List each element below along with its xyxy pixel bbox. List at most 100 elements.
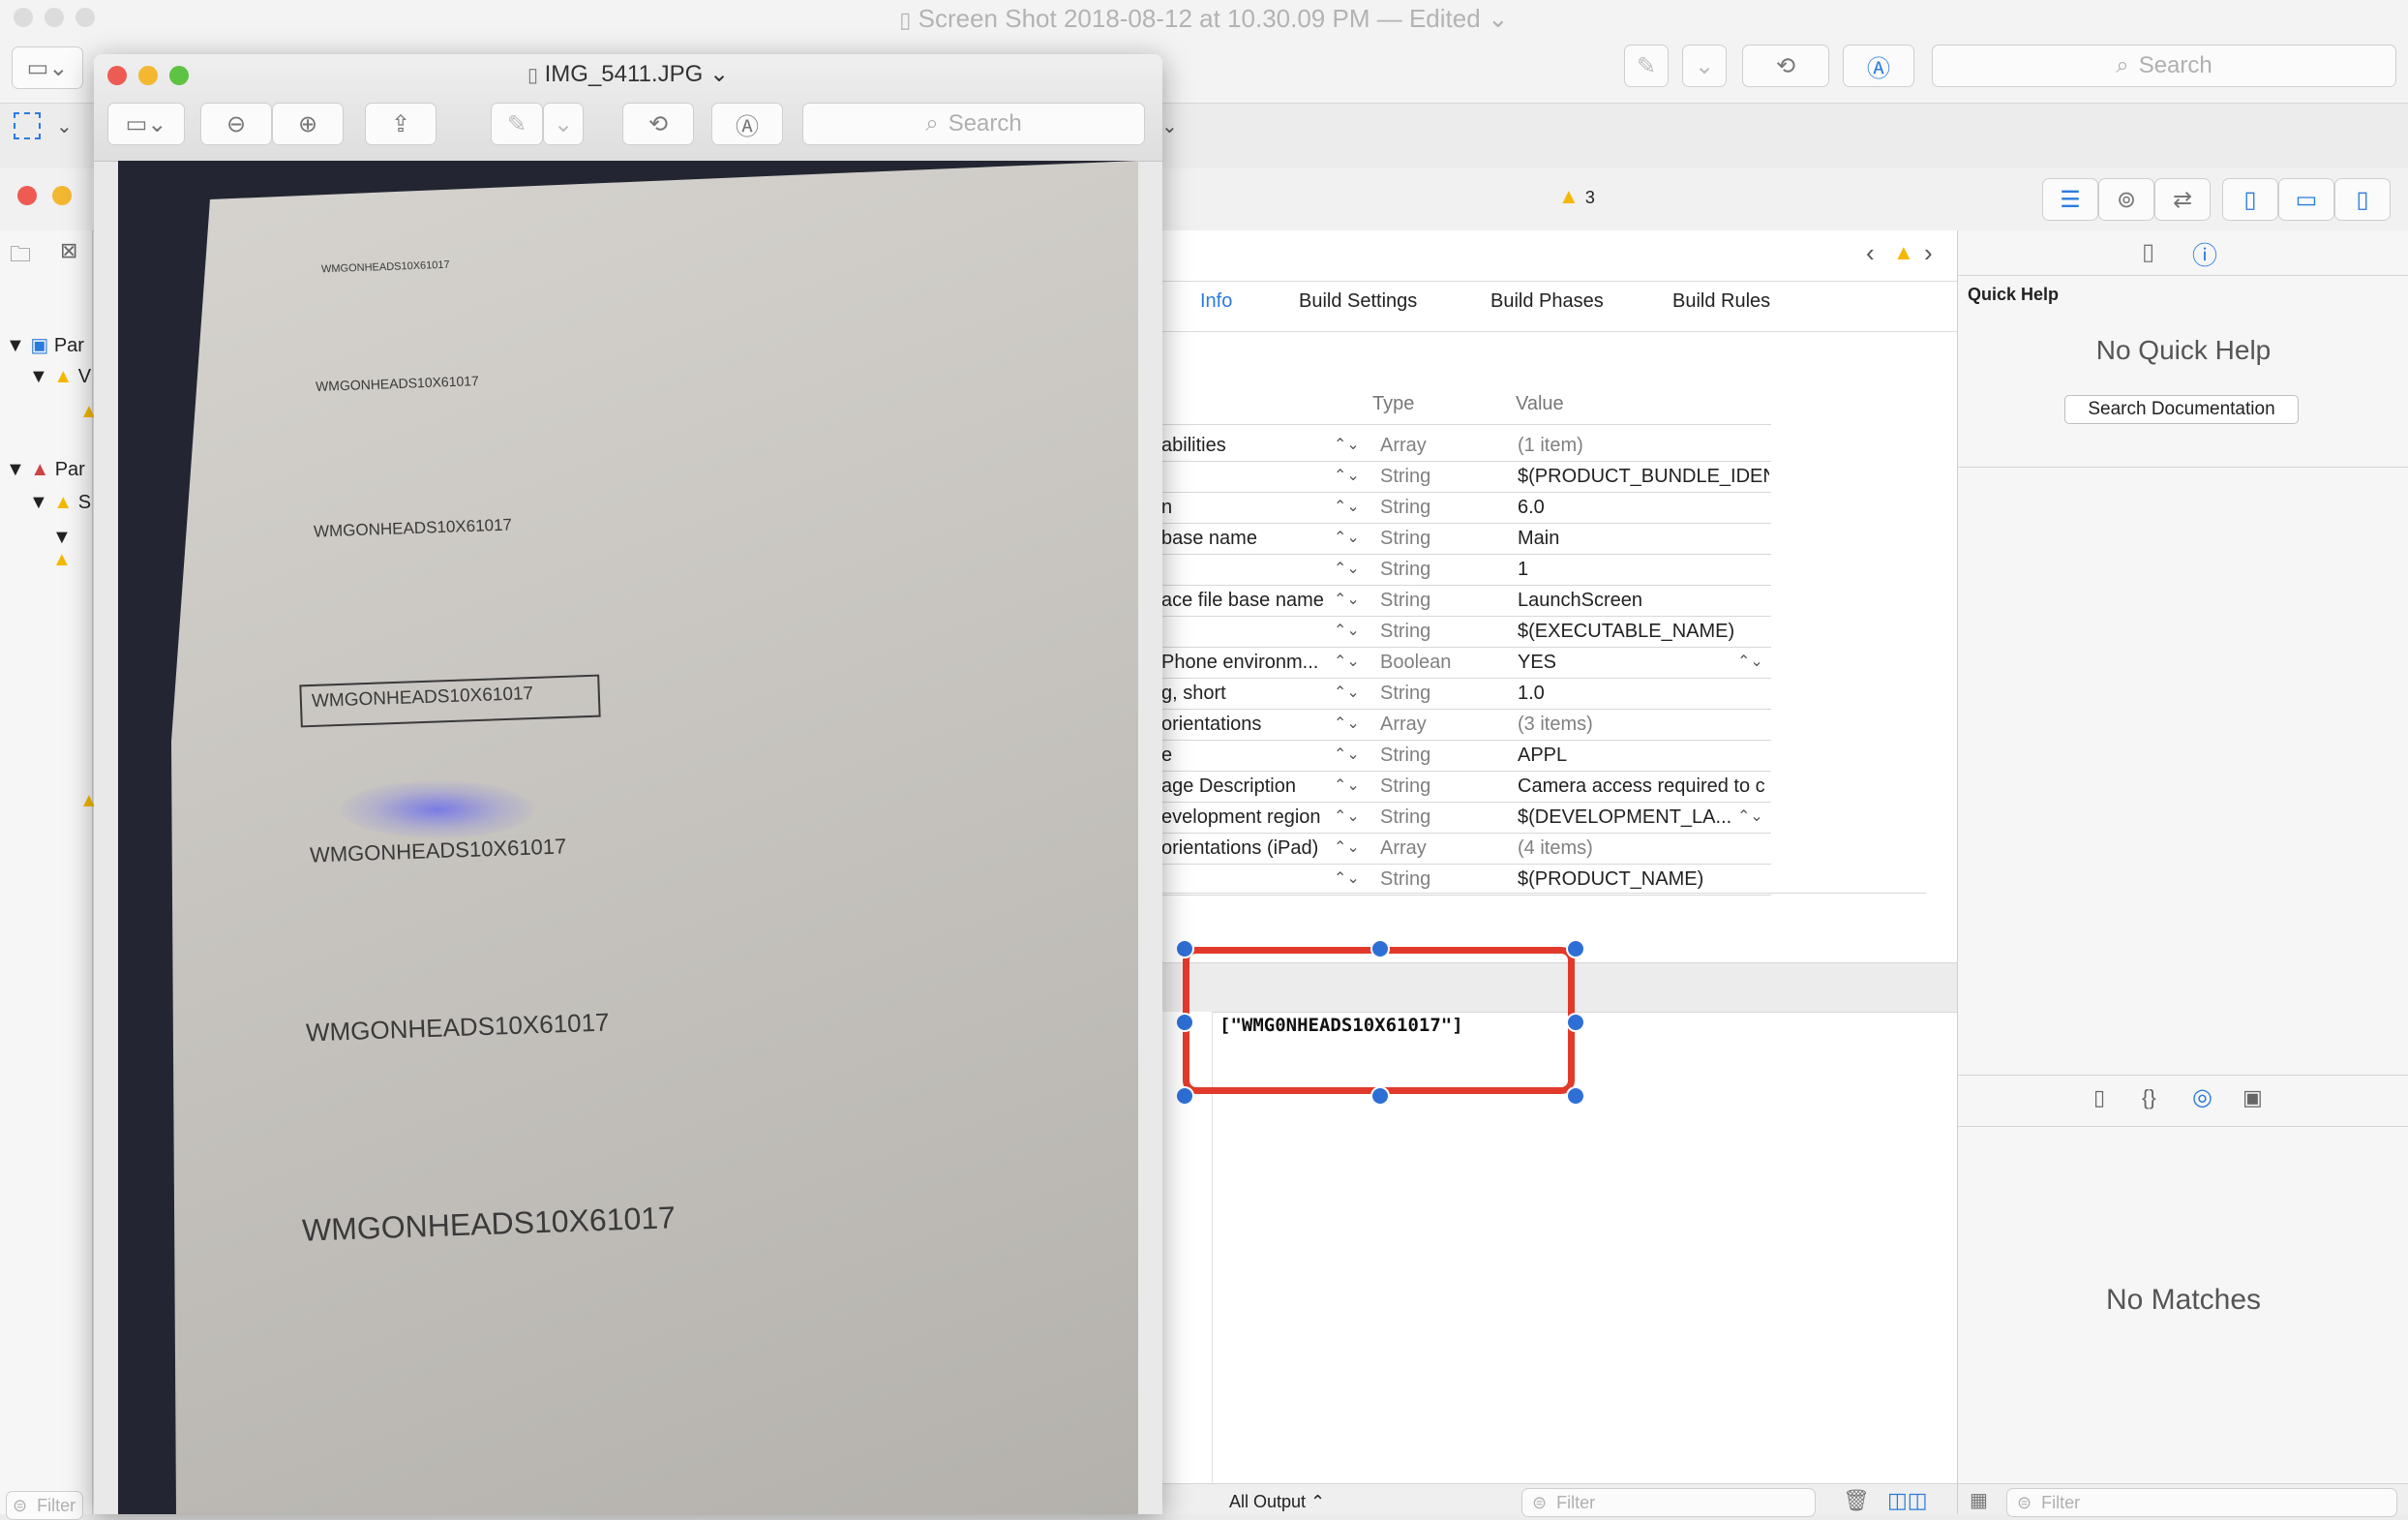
resize-handle[interactable] bbox=[1566, 1013, 1585, 1032]
markup-menu-button[interactable]: ⌄ bbox=[543, 103, 584, 145]
outer-search-field[interactable]: ⌕ Search bbox=[1932, 45, 2396, 87]
toggle-utilities-button[interactable]: ▯ bbox=[2334, 178, 2391, 221]
standard-editor-button[interactable]: ☰ bbox=[2042, 178, 2098, 221]
trash-icon[interactable]: 🗑 bbox=[1843, 1488, 1870, 1513]
plist-row[interactable]: n ⌃⌄ String 6.0 bbox=[1161, 492, 1771, 524]
folder-icon[interactable]: 🗀 bbox=[10, 238, 31, 275]
nav-item-warning-2[interactable]: ▼ ▲ S bbox=[29, 492, 91, 514]
zoom-out-button[interactable]: ⊖ bbox=[200, 103, 272, 145]
stepper-icon[interactable]: ⌃⌄ bbox=[1334, 554, 1360, 585]
plist-row[interactable]: evelopment region ⌃⌄ String $(DEVELOPMENT_L… bbox=[1161, 802, 1771, 834]
grid-view-icon[interactable]: ▦ bbox=[1970, 1488, 1988, 1512]
rotate-button[interactable]: ⟲ bbox=[622, 103, 694, 145]
tab-build-rules[interactable]: Build Rules bbox=[1672, 290, 1770, 313]
tab-build-phases[interactable]: Build Phases bbox=[1490, 290, 1604, 313]
all-output-popup[interactable]: All Output ⌃ bbox=[1229, 1492, 1325, 1512]
share-button[interactable]: ⇪ bbox=[365, 103, 436, 145]
stepper-icon[interactable]: ⌃⌄ bbox=[1334, 616, 1360, 647]
source-control-icon[interactable]: ⊠ bbox=[60, 238, 77, 263]
console-filter-field[interactable]: ⊜ Filter bbox=[1521, 1488, 1816, 1517]
resize-handle[interactable] bbox=[1175, 939, 1194, 958]
stepper-icon[interactable]: ⌃⌄ bbox=[1334, 461, 1360, 492]
outer-markup-menu-button[interactable]: ⌄ bbox=[1682, 45, 1727, 87]
resize-handle[interactable] bbox=[1370, 1086, 1390, 1106]
chevron-right-icon[interactable]: › bbox=[1924, 238, 1933, 268]
plist-row[interactable]: ⌃⌄ String 1 bbox=[1161, 554, 1771, 586]
markup-button[interactable]: ✎ bbox=[491, 103, 543, 145]
outer-annotate-button[interactable]: Ⓐ bbox=[1843, 45, 1914, 87]
toggle-debug-area-button[interactable]: ▭ bbox=[2278, 178, 2334, 221]
selection-tool-icon[interactable] bbox=[14, 112, 41, 139]
stepper-icon[interactable]: ⌃⌄ bbox=[1334, 802, 1360, 833]
chevron-down-icon[interactable]: ⌄ bbox=[1161, 114, 1178, 138]
plist-row[interactable]: e ⌃⌄ String APPL bbox=[1161, 740, 1771, 772]
stepper-icon[interactable]: ⌃⌄ bbox=[1334, 740, 1360, 771]
navigator-filter-field[interactable]: ⊜ Filter bbox=[6, 1491, 83, 1520]
preview-title[interactable]: ▯ IMG_5411.JPG ⌄ bbox=[94, 60, 1162, 88]
nav-item-project[interactable]: ▼ ▣ Par bbox=[6, 333, 84, 357]
resize-handle[interactable] bbox=[1175, 1013, 1194, 1032]
outer-rotate-button[interactable]: ⟲ bbox=[1742, 45, 1829, 87]
preview-sidebar-button[interactable]: ▭⌄ bbox=[107, 103, 185, 145]
stepper-icon[interactable]: ⌃⌄ bbox=[1334, 678, 1360, 709]
toggle-navigator-button[interactable]: ▯ bbox=[2222, 178, 2278, 221]
stepper-icon[interactable]: ⌃⌄ bbox=[1334, 523, 1360, 554]
plist-row[interactable]: abilities ⌃⌄ Array (1 item) bbox=[1161, 430, 1771, 462]
split-view-icon[interactable]: ◫◫ bbox=[1887, 1488, 1928, 1513]
resize-handle[interactable] bbox=[1566, 1086, 1585, 1106]
plist-row[interactable]: ⌃⌄ String $(PRODUCT_NAME) bbox=[1161, 864, 1771, 896]
xcode-close-button[interactable] bbox=[17, 186, 37, 205]
plist-row[interactable]: base name ⌃⌄ String Main bbox=[1161, 523, 1771, 555]
stepper-icon[interactable]: ⌃⌄ bbox=[1334, 492, 1360, 523]
annotate-button[interactable]: Ⓐ bbox=[711, 103, 783, 145]
resize-handle[interactable] bbox=[1566, 939, 1585, 958]
search-documentation-button[interactable]: Search Documentation bbox=[2064, 395, 2299, 424]
stepper-icon[interactable]: ⌃⌄ bbox=[1334, 430, 1360, 461]
selection-rectangle[interactable] bbox=[1183, 947, 1575, 1094]
stepper-icon[interactable]: ⌃⌄ bbox=[1737, 802, 1763, 833]
xcode-minimize-button[interactable] bbox=[52, 186, 72, 205]
outer-edited-label[interactable]: — Edited bbox=[1377, 4, 1481, 33]
zoom-in-button[interactable]: ⊕ bbox=[272, 103, 344, 145]
outer-markup-button[interactable]: ✎ bbox=[1624, 45, 1669, 87]
chevron-down-icon[interactable]: ⌄ bbox=[1488, 4, 1509, 33]
stepper-icon[interactable]: ⌃⌄ bbox=[1334, 647, 1360, 678]
plist-row[interactable]: Phone environm... ⌃⌄ Boolean YES ⌃⌄ bbox=[1161, 647, 1771, 679]
library-filter-field[interactable]: ⊜ Filter bbox=[2006, 1488, 2397, 1517]
stepper-icon[interactable]: ⌃⌄ bbox=[1737, 647, 1763, 678]
stepper-icon[interactable]: ⌃⌄ bbox=[1334, 864, 1360, 895]
object-library-icon[interactable]: ◎ bbox=[2192, 1083, 2212, 1111]
plist-row[interactable]: ⌃⌄ String $(PRODUCT_BUNDLE_IDEN bbox=[1161, 461, 1771, 493]
plist-row[interactable]: g, short ⌃⌄ String 1.0 bbox=[1161, 678, 1771, 710]
plist-row[interactable]: ⌃⌄ String $(EXECUTABLE_NAME) bbox=[1161, 616, 1771, 648]
tab-info[interactable]: Info bbox=[1200, 290, 1232, 313]
assistant-editor-button[interactable]: ⊚ bbox=[2098, 178, 2154, 221]
nav-item-warning-3[interactable]: ▼ ▲ bbox=[52, 527, 92, 571]
stepper-icon[interactable]: ⌃⌄ bbox=[1334, 771, 1360, 802]
quick-help-icon[interactable]: ⓘ bbox=[2192, 236, 2217, 272]
chevron-down-icon[interactable]: ⌄ bbox=[56, 114, 73, 138]
stepper-icon[interactable]: ⌃⌄ bbox=[1334, 709, 1360, 740]
media-library-icon[interactable]: ▣ bbox=[2242, 1085, 2263, 1110]
warning-icon[interactable]: ▲ bbox=[1893, 240, 1914, 265]
file-template-icon[interactable]: ▯ bbox=[2093, 1085, 2105, 1110]
version-editor-button[interactable]: ⇄ bbox=[2154, 178, 2211, 221]
resize-handle[interactable] bbox=[1370, 939, 1390, 958]
tab-build-settings[interactable]: Build Settings bbox=[1299, 290, 1417, 313]
code-snippet-icon[interactable]: {} bbox=[2142, 1085, 2156, 1110]
nav-item-warning[interactable]: ▼ ▲ V bbox=[29, 366, 91, 388]
plist-row[interactable]: orientations ⌃⌄ Array (3 items) bbox=[1161, 709, 1771, 741]
warning-indicator[interactable]: ▲ 3 bbox=[1558, 184, 1595, 209]
nav-item-package[interactable]: ▼ ▲ Par bbox=[6, 459, 85, 481]
plist-row[interactable]: age Description ⌃⌄ String Camera access req… bbox=[1161, 771, 1771, 803]
plist-row[interactable]: orientations (iPad) ⌃⌄ Array (4 items) bbox=[1161, 833, 1771, 865]
chevron-left-icon[interactable]: ‹ bbox=[1866, 238, 1875, 268]
file-inspector-icon[interactable]: ▯ bbox=[2142, 238, 2154, 266]
stepper-icon[interactable]: ⌃⌄ bbox=[1334, 585, 1360, 616]
resize-handle[interactable] bbox=[1175, 1086, 1194, 1106]
plist-row[interactable]: ace file base name ⌃⌄ String LaunchScreen bbox=[1161, 585, 1771, 617]
photo-canvas[interactable]: WMGONHEADS10X61017 WMGONHEADS10X61017 WM… bbox=[118, 161, 1138, 1514]
stepper-icon[interactable]: ⌃⌄ bbox=[1334, 833, 1360, 864]
outer-sidebar-button[interactable]: ▭⌄ bbox=[12, 46, 83, 89]
preview-search-field[interactable]: ⌕ Search bbox=[802, 103, 1145, 145]
